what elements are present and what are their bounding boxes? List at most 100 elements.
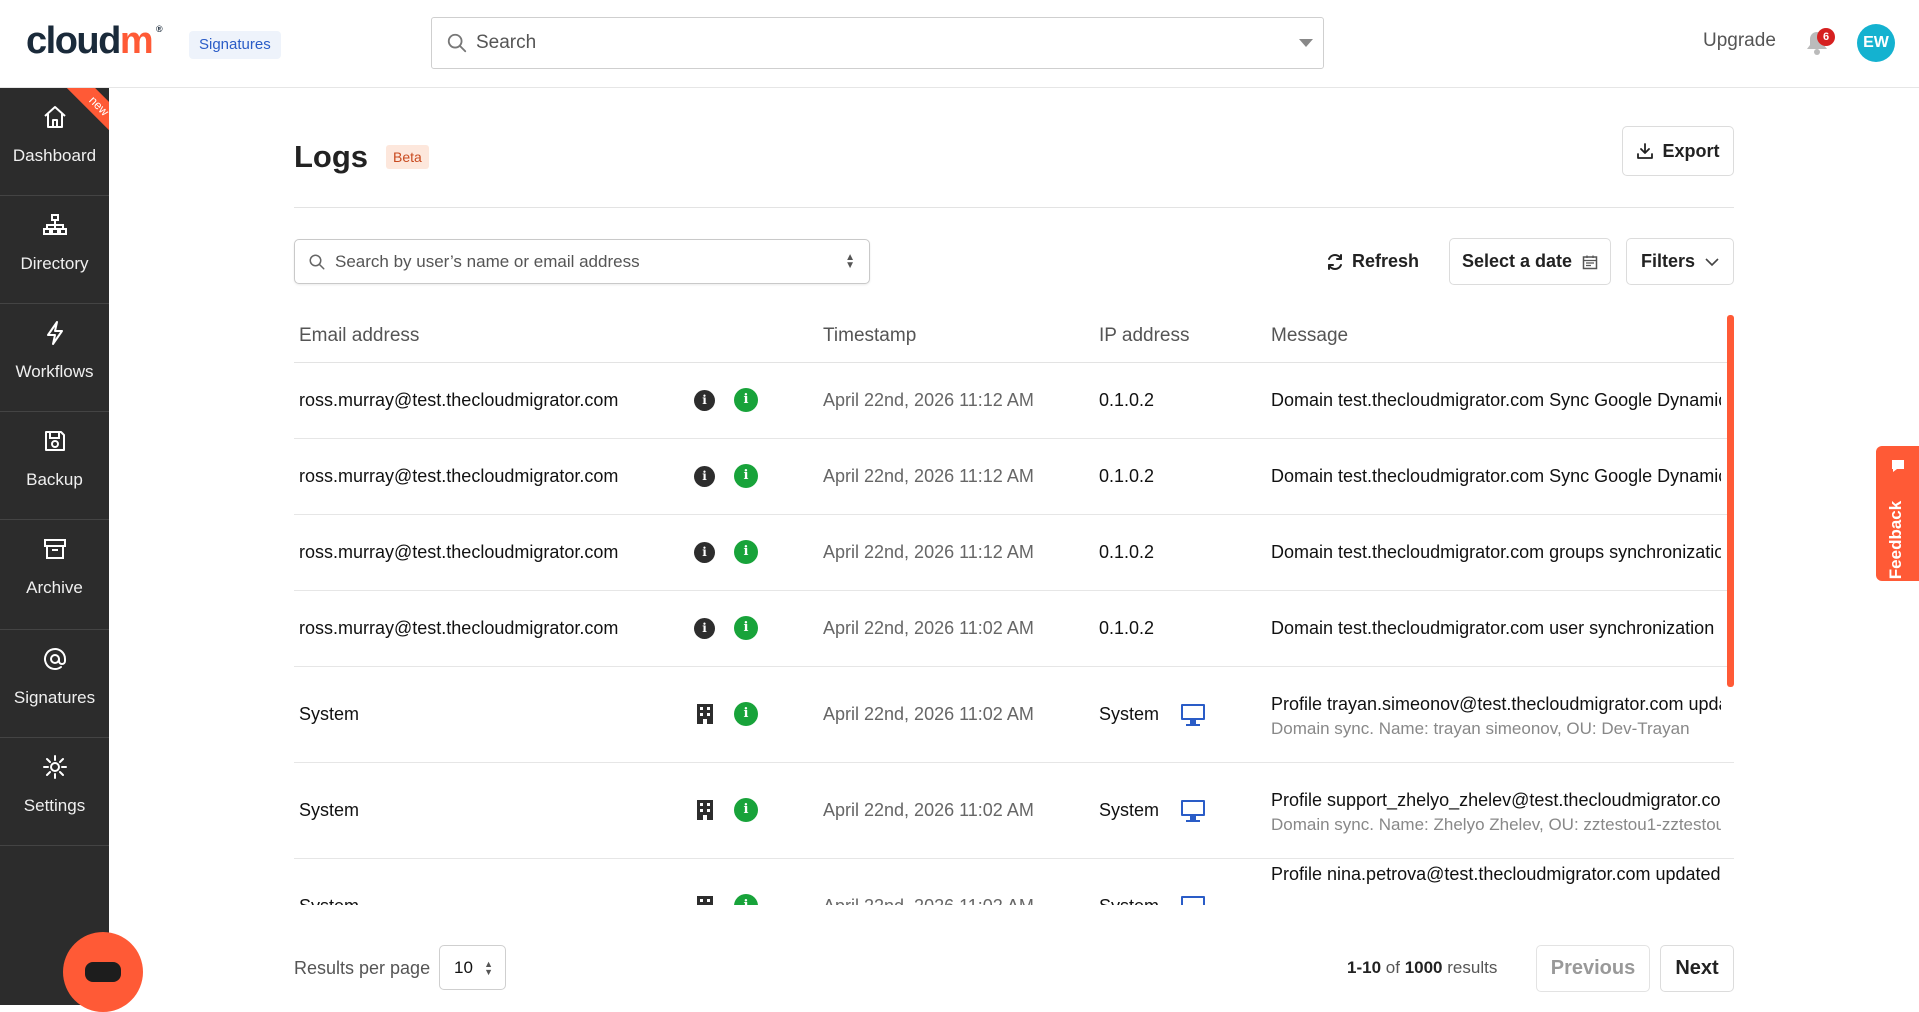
export-button[interactable]: Export (1622, 126, 1734, 176)
calendar-icon (1582, 255, 1598, 269)
global-search-input[interactable] (476, 28, 1256, 58)
logs-table: Email address Timestamp IP address Messa… (294, 313, 1734, 905)
info-dark-icon[interactable]: i (694, 618, 715, 639)
user-search-input[interactable] (335, 250, 815, 274)
info-green-icon[interactable]: i (734, 798, 758, 822)
product-tag: Signatures (189, 31, 281, 59)
row-timestamp: April 22nd, 2026 11:02 AM (823, 800, 1034, 820)
chat-launcher-button[interactable] (63, 932, 143, 1012)
row-email: System (299, 800, 360, 820)
date-label: Select a date (1461, 251, 1573, 271)
row-ip: 0.1.0.2 (1099, 618, 1155, 638)
info-dark-icon[interactable]: i (694, 542, 715, 563)
sidebar: Dashboard new Directory Workflows Backup… (0, 88, 109, 1005)
row-timestamp: April 22nd, 2026 11:02 AM (823, 896, 1034, 905)
chat-icon (85, 962, 121, 982)
row-email: ross.murray@test.thecloudmigrator.com (299, 466, 619, 486)
info-green-icon[interactable]: i (734, 540, 758, 564)
sidebar-item-dashboard[interactable]: Dashboard new (0, 88, 109, 196)
info-green-icon[interactable]: i (734, 464, 758, 488)
export-label: Export (1662, 140, 1720, 161)
row-ip: System (1099, 896, 1159, 905)
info-green-icon[interactable]: i (734, 702, 758, 726)
sidebar-item-settings[interactable]: Settings (0, 738, 109, 846)
global-search[interactable] (431, 17, 1324, 69)
sort-arrows-icon[interactable]: ▲ ▼ (845, 253, 855, 271)
column-header-timestamp[interactable]: Timestamp (823, 325, 916, 347)
search-icon (309, 254, 325, 270)
user-search[interactable]: ▲▼ (294, 239, 870, 284)
sidebar-item-workflows[interactable]: Workflows (0, 304, 109, 412)
sidebar-item-label: Signatures (13, 688, 96, 707)
avatar[interactable]: EW (1857, 24, 1895, 62)
row-email: ross.murray@test.thecloudmigrator.com (299, 390, 619, 410)
results-per-page-select[interactable]: 10 ▲ ▼ (439, 945, 506, 990)
info-green-icon[interactable]: i (734, 388, 758, 412)
table-row[interactable]: ross.murray@test.thecloudmigrator.com i … (294, 515, 1734, 591)
filters-label: Filters (1640, 251, 1696, 271)
info-dark-icon[interactable]: i (694, 466, 715, 487)
desktop-icon (1181, 800, 1205, 822)
table-scrollbar[interactable] (1727, 315, 1734, 687)
notification-badge: 6 (1817, 28, 1835, 46)
sidebar-item-archive[interactable]: Archive (0, 520, 109, 630)
refresh-label: Refresh (1352, 251, 1420, 271)
row-message: Profile trayan.simeonov@test.thecloudmig… (1271, 694, 1721, 714)
sidebar-item-directory[interactable]: Directory (0, 196, 109, 304)
feedback-tab[interactable]: Feedback (1876, 446, 1919, 581)
row-ip: System (1099, 704, 1160, 724)
org-chart-icon (43, 214, 67, 235)
sort-arrows-icon: ▲ ▼ (484, 959, 493, 977)
table-row[interactable]: System i April 22nd, 2026 11:02 AM Syste… (294, 667, 1734, 763)
info-dark-icon[interactable]: i (694, 390, 715, 411)
info-green-icon[interactable]: i (734, 894, 758, 905)
beta-badge: Beta (386, 145, 429, 169)
row-message-detail: Domain sync. Name: trayan simeonov, OU: … (1271, 719, 1690, 738)
table-row[interactable]: ross.murray@test.thecloudmigrator.com i … (294, 363, 1734, 439)
sidebar-item-backup[interactable]: Backup (0, 412, 109, 520)
cloudm-logo[interactable]: cloudm ® (26, 20, 163, 63)
sidebar-item-signatures[interactable]: Signatures (0, 630, 109, 738)
table-row[interactable]: ross.murray@test.thecloudmigrator.com i … (294, 439, 1734, 515)
building-icon[interactable] (696, 895, 714, 905)
desktop-icon (1181, 896, 1205, 905)
lightning-icon (47, 321, 63, 345)
row-ip: 0.1.0.2 (1099, 390, 1155, 410)
new-ribbon: new (60, 88, 109, 137)
row-message: Profile nina.petrova@test.thecloudmigrat… (1271, 864, 1721, 884)
column-header-email[interactable]: Email address (299, 325, 419, 347)
row-message: Domain test.thecloudmigrator.com user sy… (1271, 618, 1715, 638)
chevron-down-icon[interactable] (1299, 39, 1313, 47)
sidebar-item-label: Backup (26, 470, 83, 489)
row-timestamp: April 22nd, 2026 11:12 AM (823, 390, 1034, 410)
row-timestamp: April 22nd, 2026 11:12 AM (823, 466, 1034, 486)
sidebar-item-label: Archive (26, 578, 83, 597)
info-green-icon[interactable]: i (734, 616, 758, 640)
divider (294, 207, 1734, 208)
row-ip: 0.1.0.2 (1099, 466, 1155, 486)
gear-icon (43, 755, 67, 779)
row-timestamp: April 22nd, 2026 11:02 AM (823, 618, 1034, 638)
column-header-ip[interactable]: IP address (1099, 325, 1189, 347)
row-email: System (299, 896, 359, 905)
refresh-button[interactable]: Refresh (1322, 239, 1423, 284)
table-row[interactable]: System i April 22nd, 2026 11:02 AM Syste… (294, 763, 1734, 859)
table-row[interactable]: System i April 22nd, 2026 11:02 AM Syste… (294, 859, 1734, 905)
sidebar-item-label: Settings (23, 796, 86, 815)
building-icon[interactable] (696, 703, 714, 725)
results-per-page-value: 10 (454, 958, 473, 977)
row-ip: 0.1.0.2 (1099, 542, 1155, 562)
row-message: Profile support_zhelyo_zhelev@test.thecl… (1271, 790, 1721, 810)
next-button[interactable]: Next (1660, 945, 1734, 992)
row-email: ross.murray@test.thecloudmigrator.com (299, 618, 619, 638)
date-picker-button[interactable]: Select a date (1449, 238, 1611, 285)
archive-box-icon (44, 539, 66, 559)
upgrade-link[interactable]: Upgrade (1703, 30, 1776, 52)
row-email: ross.murray@test.thecloudmigrator.com (299, 542, 619, 562)
previous-button[interactable]: Previous (1536, 945, 1650, 992)
download-icon (1637, 143, 1654, 159)
building-icon[interactable] (696, 799, 714, 821)
column-header-message[interactable]: Message (1271, 325, 1348, 347)
filters-button[interactable]: Filters (1626, 238, 1734, 285)
table-row[interactable]: ross.murray@test.thecloudmigrator.com i … (294, 591, 1734, 667)
